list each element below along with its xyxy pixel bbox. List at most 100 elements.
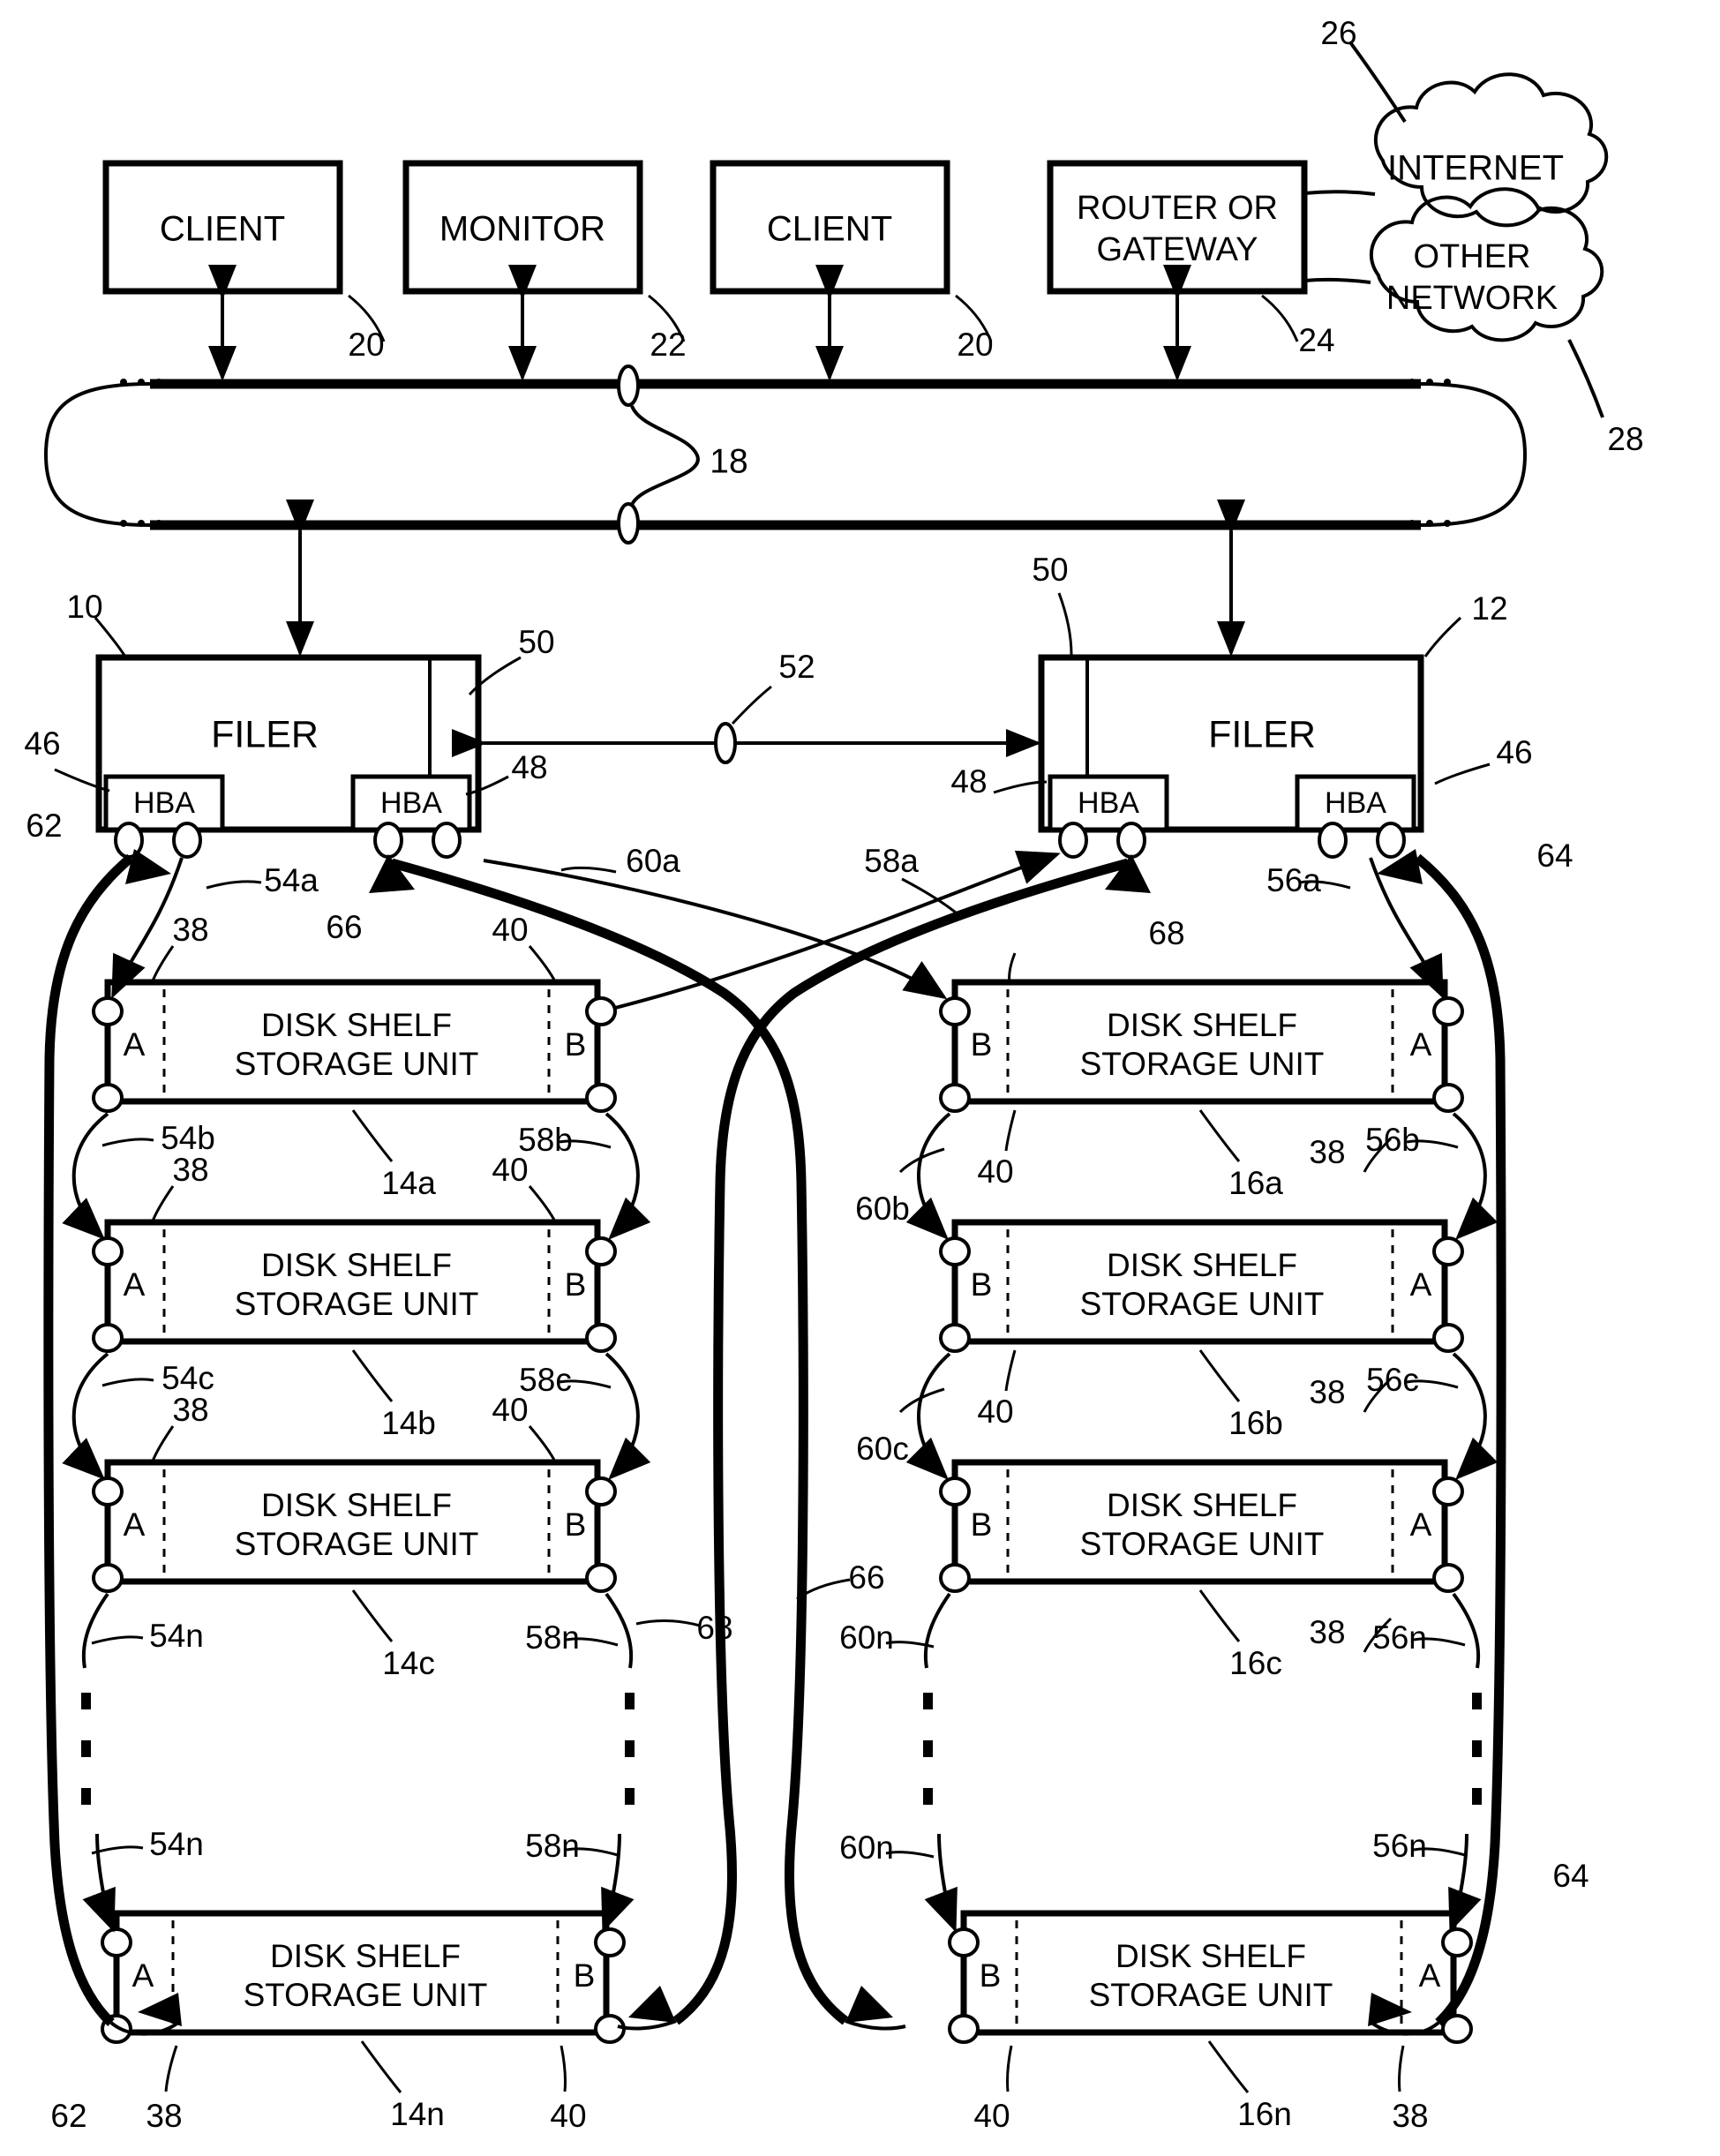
ref-38: 38 xyxy=(172,1392,208,1428)
ref-38: 38 xyxy=(172,1152,208,1188)
ref-12: 12 xyxy=(1471,590,1507,627)
shelf-port[interactable] xyxy=(594,2014,626,2044)
ref-16c: 16c xyxy=(1229,1645,1282,1681)
shelf-port[interactable] xyxy=(585,1083,617,1113)
leader-line xyxy=(731,685,772,725)
shelf-port[interactable] xyxy=(948,2014,980,2044)
filer-left-label: FILER xyxy=(211,713,319,755)
shelf-port[interactable] xyxy=(101,1927,132,1957)
disk-shelf-left-n[interactable]: A B DISK SHELF STORAGE UNIT xyxy=(113,1910,610,2036)
disk-shelf-right-2[interactable]: B A DISK SHELF STORAGE UNIT xyxy=(951,1219,1448,1345)
ref-28: 28 xyxy=(1607,421,1643,457)
shelf-port[interactable] xyxy=(939,996,971,1026)
leader-line xyxy=(1348,41,1407,124)
filer-left-port-2[interactable] xyxy=(172,822,202,859)
shelf-port[interactable] xyxy=(1432,1236,1464,1266)
filer-left-port-4[interactable] xyxy=(432,822,462,859)
chain-56n-upper xyxy=(1452,1592,1481,1669)
filer-left[interactable]: FILER HBA HBA xyxy=(95,654,482,833)
shelf-port[interactable] xyxy=(1432,1476,1464,1506)
shelf-side-a: A xyxy=(132,1957,154,1994)
shelf-port[interactable] xyxy=(92,1323,124,1353)
disk-shelf-right-3[interactable]: B A DISK SHELF STORAGE UNIT xyxy=(951,1459,1448,1585)
chain-60b xyxy=(905,1112,951,1240)
shelf-side-b: B xyxy=(971,1266,993,1303)
ref-40: 40 xyxy=(492,1392,528,1428)
ref-14c: 14c xyxy=(382,1645,435,1681)
shelf-port[interactable] xyxy=(1432,1323,1464,1353)
top-node-monitor[interactable]: MONITOR xyxy=(402,160,643,295)
ref-40: 40 xyxy=(977,1394,1013,1430)
shelf-port[interactable] xyxy=(585,996,617,1026)
shelf-side-b: B xyxy=(971,1506,993,1543)
filer-right-port-3[interactable] xyxy=(1318,822,1348,859)
chain-58n-upper xyxy=(605,1592,634,1669)
shelf-port[interactable] xyxy=(585,1323,617,1353)
ref-16b: 16b xyxy=(1228,1405,1283,1441)
shelf-port[interactable] xyxy=(939,1323,971,1353)
shelf-side-b: B xyxy=(574,1957,596,1994)
filer-right[interactable]: FILER HBA HBA xyxy=(1038,654,1424,833)
disk-shelf-left-3[interactable]: A B DISK SHELF STORAGE UNIT xyxy=(104,1459,601,1585)
shelf-port[interactable] xyxy=(92,1083,124,1113)
shelf-port[interactable] xyxy=(939,1083,971,1113)
shelf-port[interactable] xyxy=(594,1927,626,1957)
leader-line xyxy=(101,1378,154,1387)
ref-40: 40 xyxy=(492,1152,528,1188)
ref-60a-label: 60a xyxy=(626,843,680,879)
loop-66-tail xyxy=(845,2019,906,2031)
shelf-port[interactable] xyxy=(948,1927,980,1957)
ref-48-left: 48 xyxy=(511,749,547,785)
shelf-side-a: A xyxy=(1410,1026,1432,1063)
chain-58c xyxy=(605,1352,651,1480)
top-node-client-2[interactable]: CLIENT xyxy=(710,160,950,295)
top-node-router-gateway[interactable]: ROUTER OR GATEWAY xyxy=(1047,160,1308,295)
shelf-port[interactable] xyxy=(585,1476,617,1506)
top-node-client-1[interactable]: CLIENT xyxy=(102,160,343,295)
left-chain-ellipsis xyxy=(81,1693,91,1805)
shelf-port[interactable] xyxy=(1441,1927,1473,1957)
disk-shelf-right-1[interactable]: B A DISK SHELF STORAGE UNIT xyxy=(951,979,1448,1105)
chain-54c xyxy=(62,1352,109,1480)
ref-38-bottom: 38 xyxy=(1392,2098,1428,2134)
leader-line xyxy=(150,1185,175,1224)
leader-line xyxy=(1434,762,1491,785)
top-node-label: CLIENT xyxy=(160,210,285,249)
shelf-port[interactable] xyxy=(939,1236,971,1266)
shelf-label-line2: STORAGE UNIT xyxy=(1080,1046,1325,1082)
filer-left-port-3[interactable] xyxy=(373,822,403,859)
shelf-port[interactable] xyxy=(92,1236,124,1266)
shelf-port[interactable] xyxy=(92,1563,124,1593)
leader-line xyxy=(1398,2045,1405,2092)
ref-20-right: 20 xyxy=(957,327,993,363)
shelf-port[interactable] xyxy=(1432,996,1464,1026)
ref-68-mid: 68 xyxy=(696,1610,732,1646)
shelf-port[interactable] xyxy=(1432,1563,1464,1593)
loop-68-arrow xyxy=(1105,854,1151,893)
ref-16n: 16n xyxy=(1237,2096,1292,2132)
ref-56n-lower: 56n xyxy=(1372,1828,1427,1864)
filer-right-port-1[interactable] xyxy=(1058,822,1088,859)
leader-line xyxy=(528,1425,558,1464)
shelf-port[interactable] xyxy=(1432,1083,1464,1113)
shelf-port[interactable] xyxy=(585,1563,617,1593)
ref-38: 38 xyxy=(1309,1374,1345,1410)
hba-label: HBA xyxy=(380,786,442,820)
leader-line xyxy=(1207,2040,1250,2093)
filer-right-port-2[interactable] xyxy=(1116,822,1146,859)
leader-line xyxy=(360,2040,402,2093)
chain-58b xyxy=(605,1112,651,1240)
filer-right-port-4[interactable] xyxy=(1376,822,1406,859)
ref-56n-upper: 56n xyxy=(1372,1619,1427,1656)
shelf-port[interactable] xyxy=(939,1476,971,1506)
shelf-port[interactable] xyxy=(585,1236,617,1266)
disk-shelf-left-1[interactable]: A B DISK SHELF STORAGE UNIT xyxy=(104,979,601,1105)
cloud-other-network: OTHER NETWORK xyxy=(1369,187,1604,342)
ref-40-bottom: 40 xyxy=(550,2098,586,2134)
shelf-port[interactable] xyxy=(92,1476,124,1506)
shelf-port[interactable] xyxy=(92,996,124,1026)
shelf-port[interactable] xyxy=(939,1563,971,1593)
leader-line xyxy=(528,945,558,984)
interconnect-break xyxy=(714,722,737,764)
disk-shelf-left-2[interactable]: A B DISK SHELF STORAGE UNIT xyxy=(104,1219,601,1345)
